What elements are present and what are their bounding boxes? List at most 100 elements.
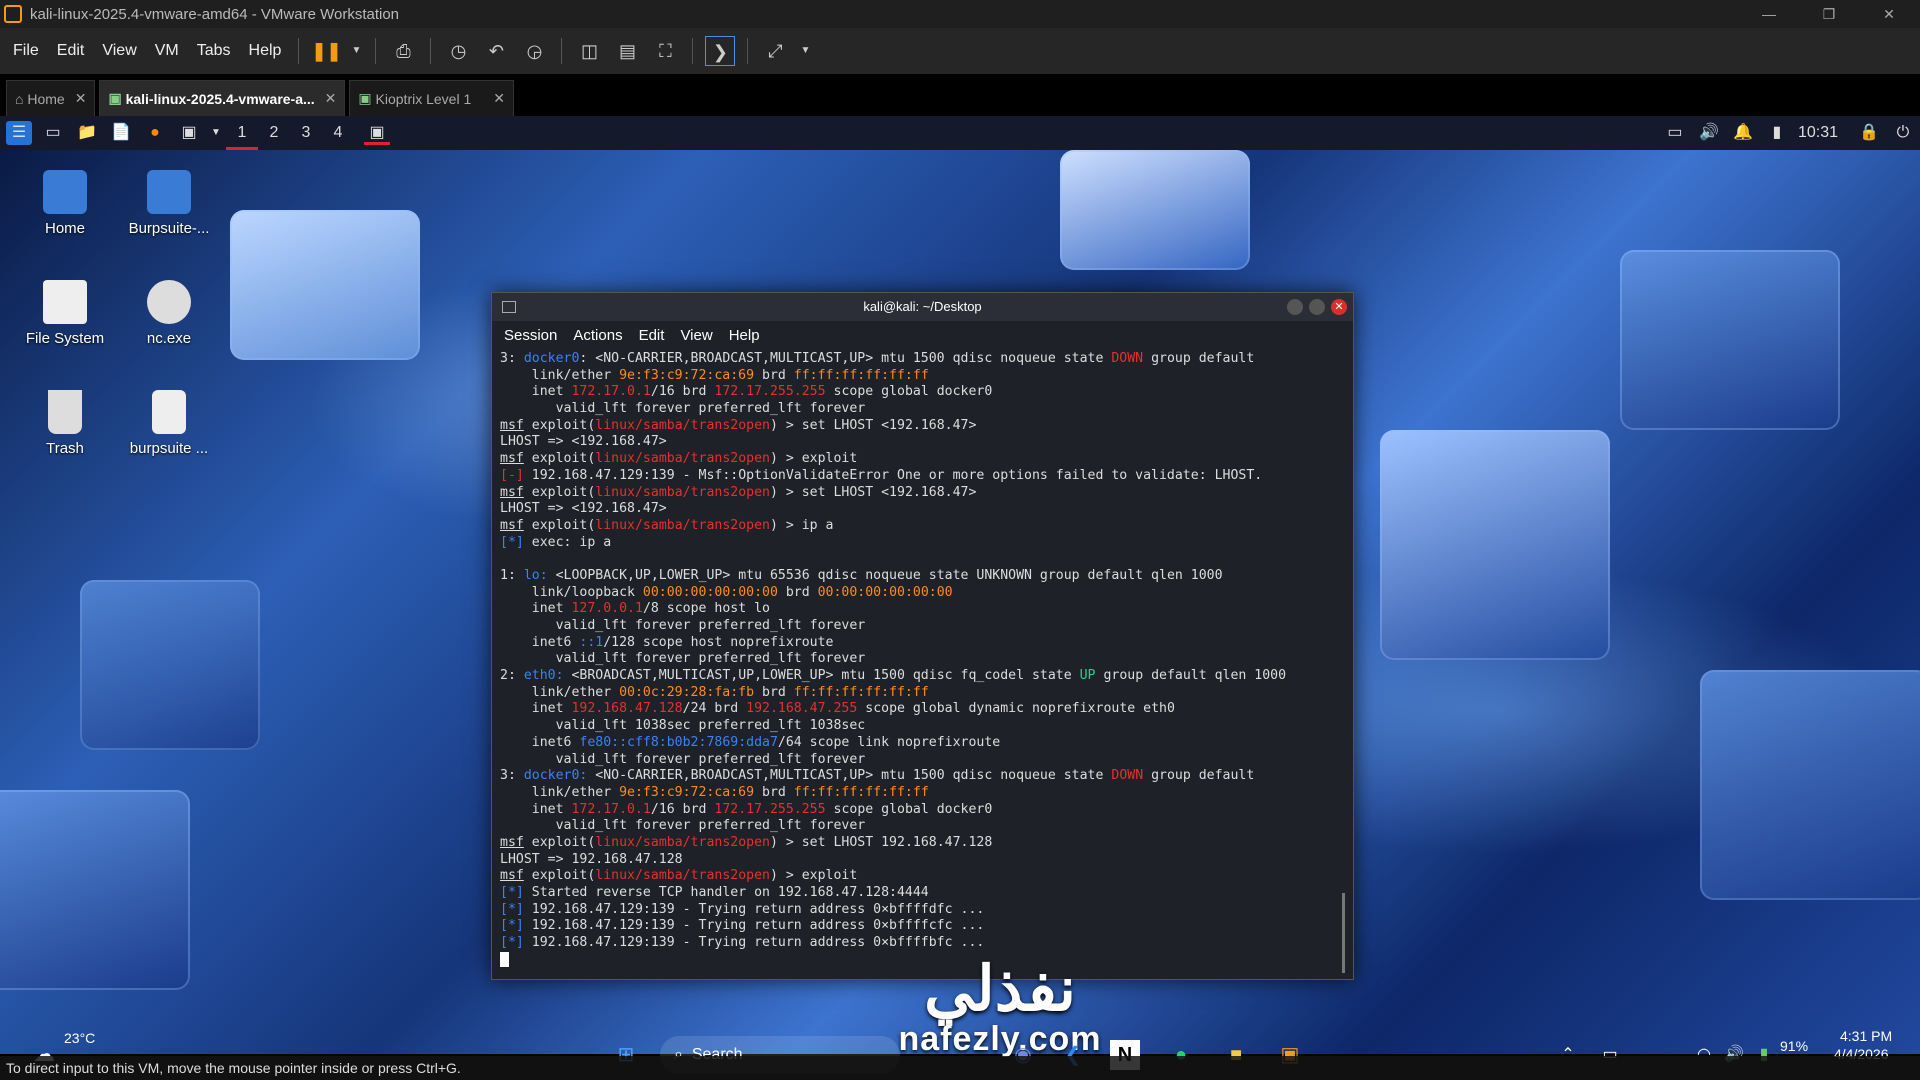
terminal-scrollbar[interactable] (1342, 893, 1345, 973)
snapshot-icon[interactable]: ◷ (443, 36, 473, 66)
desktop-icon-burpsuite-file[interactable]: burpsuite ... (114, 390, 224, 457)
vm-icon: ▣ (358, 90, 376, 106)
chevron-down-icon[interactable]: ▼ (349, 36, 363, 66)
terminal-line: valid_lft forever preferred_lft forever (500, 401, 1353, 418)
fullscreen-icon[interactable]: ⛶ (650, 36, 680, 66)
terminal-output[interactable]: 3: docker0: <NO-CARRIER,BROADCAST,MULTIC… (492, 349, 1353, 968)
taskbar-time[interactable]: 4:31 PM (1840, 1028, 1892, 1044)
terminal-text: link/ether (500, 784, 620, 800)
terminal-text: scope global docker0 (825, 801, 993, 817)
kali-top-panel: ☰ ▭ 📁 📄 ● ▣ ▼ 1 2 3 4 ▣ ▭ 🔊 🔔 ▮ 10:31 🔒 … (0, 116, 1920, 150)
terminal-text: LHOST => <192.168.47> (500, 501, 667, 517)
terminal-text: ) > exploit (769, 451, 858, 467)
terminal-menu-actions[interactable]: Actions (573, 327, 622, 344)
terminal-text: 192.168.47.129:139 - Trying return addre… (523, 901, 985, 917)
console-view-icon[interactable]: ❯ (705, 36, 736, 66)
snapshot-manager-icon[interactable]: ◶ (519, 36, 549, 66)
chevron-down-icon[interactable]: ▼ (210, 121, 222, 145)
desktop-icon-nc-exe[interactable]: nc.exe (114, 280, 224, 347)
terminal-menu-help[interactable]: Help (729, 327, 760, 344)
menu-file[interactable]: File (4, 42, 48, 60)
tab-kioptrix[interactable]: ▣ Kioptrix Level 1 ✕ (349, 80, 514, 116)
close-icon[interactable]: ✕ (1866, 0, 1912, 28)
kali-menu-icon[interactable]: ☰ (6, 121, 32, 145)
workspace-3[interactable]: 3 (290, 116, 322, 150)
terminal-text: docker0: (523, 768, 588, 784)
terminal-menu-edit[interactable]: Edit (639, 327, 665, 344)
terminal-line: valid_lft forever preferred_lft forever (500, 618, 1353, 635)
battery-icon[interactable]: ▮ (1764, 121, 1790, 145)
firefox-icon[interactable]: ● (142, 121, 168, 145)
terminal-text: /64 scope link noprefixroute (777, 734, 1001, 750)
folder-locked-icon (147, 170, 191, 214)
terminal-line: inet6 ::1/128 scope host noprefixroute (500, 635, 1353, 652)
menu-tabs[interactable]: Tabs (188, 42, 240, 60)
close-tab-icon[interactable]: ✕ (493, 90, 505, 107)
volume-icon[interactable]: 🔊 (1696, 121, 1722, 145)
tab-kali[interactable]: ▣ kali-linux-2025.4-vmware-a... ✕ (99, 80, 346, 116)
send-ctrl-alt-del-icon[interactable]: ⎙ (388, 36, 418, 66)
terminal-menu-view[interactable]: View (680, 327, 712, 344)
terminal-text: lo: (523, 567, 548, 583)
terminal-text: [*] (500, 935, 524, 951)
close-icon[interactable]: ✕ (1331, 299, 1347, 315)
terminal-text: valid_lft forever preferred_lft forever (500, 818, 866, 834)
terminal-line: link/ether 00:0c:29:28:fa:fb brd ff:ff:f… (500, 685, 1353, 702)
stretch-guest-icon[interactable]: ⤢ (760, 36, 790, 66)
terminal-text: [-] (500, 467, 524, 483)
thumbnail-bar-icon[interactable]: ▤ (612, 36, 642, 66)
sidebar-toggle-icon[interactable]: ◫ (574, 36, 604, 66)
minimize-icon[interactable] (1287, 299, 1303, 315)
pause-icon[interactable]: ❚❚ (311, 36, 341, 66)
workspace-1[interactable]: 1 (226, 116, 258, 150)
battery-percent[interactable]: 91% (1780, 1038, 1808, 1054)
text-cursor (500, 951, 509, 967)
terminal-window[interactable]: kali@kali: ~/Desktop ✕ Session Actions E… (491, 292, 1354, 980)
terminal-text: group default qlen 1000 (1095, 668, 1287, 684)
terminal-text: /8 scope host lo (642, 601, 770, 617)
terminal-menu-session[interactable]: Session (504, 327, 557, 344)
terminal-line: valid_lft forever preferred_lft forever (500, 651, 1353, 668)
revert-snapshot-icon[interactable]: ↶ (481, 36, 511, 66)
menu-help[interactable]: Help (240, 42, 291, 60)
weather-temp[interactable]: 23°C (64, 1030, 95, 1046)
power-icon[interactable]: ⏻ (1890, 121, 1916, 145)
desktop-icon-burpsuite-folder[interactable]: Burpsuite-... (114, 170, 224, 237)
file-manager-icon[interactable]: 📁 (74, 121, 100, 145)
chevron-down-icon[interactable]: ▼ (798, 36, 812, 66)
terminal-window-icon[interactable]: ▣ (364, 121, 390, 145)
home-icon: ⌂ (15, 90, 28, 107)
close-tab-icon[interactable]: ✕ (325, 90, 337, 107)
menu-edit[interactable]: Edit (48, 42, 94, 60)
desktop-icon-filesystem[interactable]: File System (10, 280, 120, 347)
terminal-titlebar[interactable]: kali@kali: ~/Desktop ✕ (492, 293, 1353, 321)
text-editor-icon[interactable]: 📄 (108, 121, 134, 145)
terminal-text: group default (1143, 768, 1255, 784)
terminal-text: LHOST => <192.168.47> (500, 434, 667, 450)
terminal-text: fe80::cff8:b0b2:7869:dda7 (579, 734, 778, 750)
tab-home[interactable]: ⌂ Home ✕ (6, 80, 96, 116)
show-desktop-icon[interactable]: ▭ (40, 121, 66, 145)
menu-vm[interactable]: VM (146, 42, 188, 60)
desktop-icon-trash[interactable]: Trash (10, 390, 120, 457)
minimize-icon[interactable]: — (1746, 0, 1792, 28)
terminal-line: 3: docker0: <NO-CARRIER,BROADCAST,MULTIC… (500, 351, 1353, 368)
notification-bell-icon[interactable]: 🔔 (1730, 121, 1756, 145)
workspace-2[interactable]: 2 (258, 116, 290, 150)
close-tab-icon[interactable]: ✕ (75, 90, 87, 107)
terminal-text: scope global dynamic noprefixroute eth0 (857, 701, 1175, 717)
terminal-text: docker0 (523, 351, 580, 366)
maximize-icon[interactable] (1309, 299, 1325, 315)
menu-view[interactable]: View (93, 42, 145, 60)
terminal-text: 00:0c:29:28:fa:fb (619, 684, 755, 700)
lock-icon[interactable]: 🔒 (1856, 121, 1882, 145)
terminal-line: inet 172.17.0.1/16 brd 172.17.255.255 sc… (500, 384, 1353, 401)
panel-clock[interactable]: 10:31 (1798, 124, 1838, 142)
terminal-text: exploit( (523, 868, 596, 884)
display-icon[interactable]: ▭ (1662, 121, 1688, 145)
terminal-icon[interactable]: ▣ (176, 121, 202, 145)
restore-icon[interactable]: ❐ (1806, 0, 1852, 28)
desktop-icon-home[interactable]: Home (10, 170, 120, 237)
workspace-4[interactable]: 4 (322, 116, 354, 150)
terminal-text: 172.17.0.1 (571, 384, 651, 400)
